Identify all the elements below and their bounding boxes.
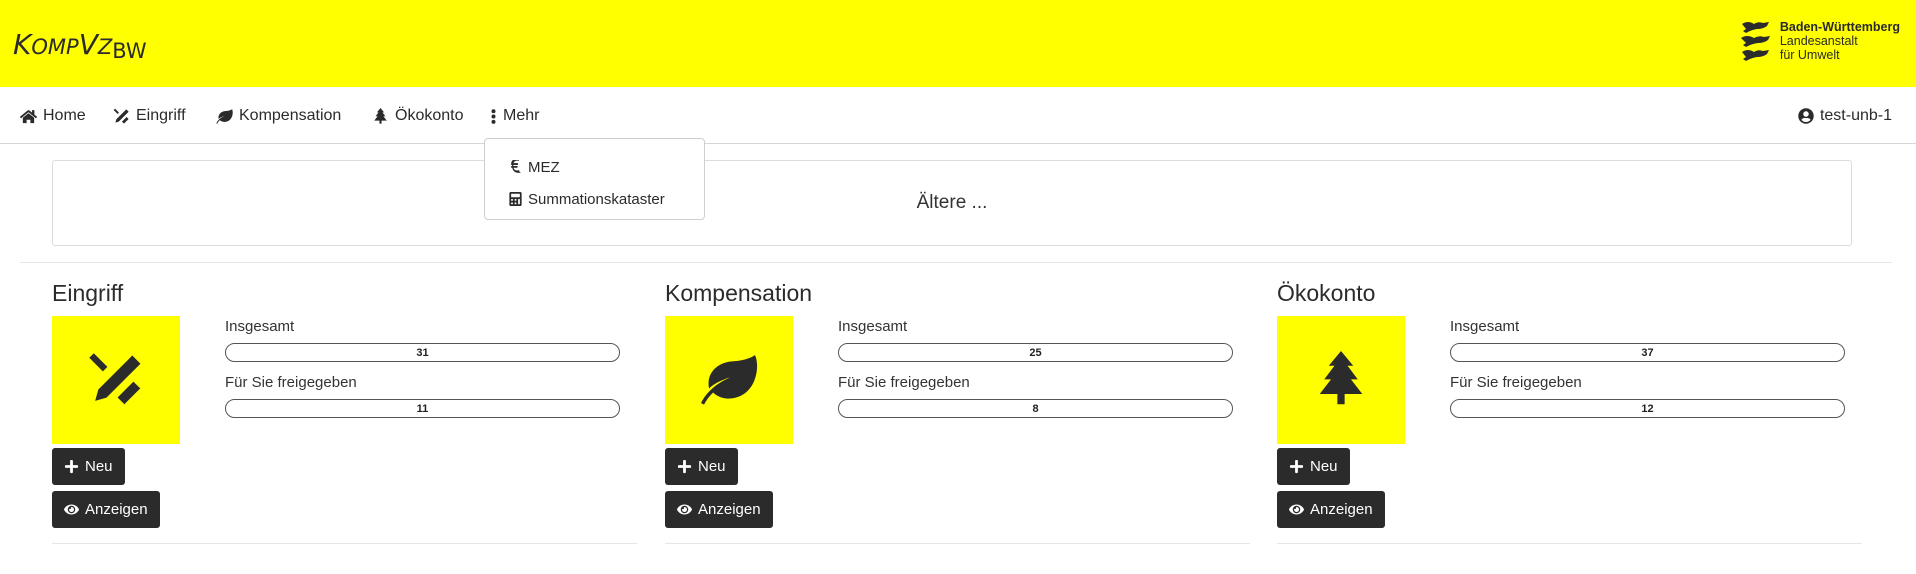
nav-mehr[interactable]: Mehr bbox=[490, 104, 539, 128]
brand-letter-v: V bbox=[78, 28, 98, 61]
brand-letters-omp: OMP bbox=[31, 35, 79, 59]
nav-mehr-label: Mehr bbox=[503, 107, 540, 124]
euro-icon bbox=[511, 160, 521, 173]
section-divider bbox=[20, 262, 1892, 263]
plus-icon bbox=[64, 459, 79, 474]
total-bar: 31 bbox=[225, 343, 620, 362]
older-notice-box[interactable]: Ältere ... bbox=[52, 160, 1852, 246]
calculator-icon bbox=[509, 192, 522, 206]
brand-letter-k: K bbox=[13, 28, 32, 61]
nav-home-label: Home bbox=[43, 107, 86, 124]
app-header: KOMPVZBW Baden-Württemberg Landesanstalt… bbox=[0, 0, 1916, 87]
dropdown-item-mez-label: MEZ bbox=[528, 158, 560, 176]
new-oekokonto-button[interactable]: Neu bbox=[1277, 448, 1350, 485]
nav-kompensation[interactable]: Kompensation bbox=[216, 104, 341, 128]
dropdown-item-summationskataster-label: Summationskataster bbox=[528, 190, 665, 208]
card-tile bbox=[52, 316, 180, 444]
new-eingriff-button[interactable]: Neu bbox=[52, 448, 125, 485]
user-name: test-unb-1 bbox=[1819, 107, 1892, 124]
mehr-dropdown: MEZ Summationskataster bbox=[484, 138, 705, 220]
shared-value: 11 bbox=[416, 402, 429, 415]
card-divider bbox=[52, 543, 637, 544]
total-label: Insgesamt bbox=[1450, 318, 1520, 335]
home-icon bbox=[20, 109, 37, 123]
card-tile bbox=[665, 316, 793, 444]
tree-icon bbox=[374, 107, 387, 124]
card-oekokonto: Ökokonto Insgesamt 37 Für Sie freigegebe… bbox=[1277, 276, 1862, 566]
card-divider bbox=[665, 543, 1250, 544]
show-button-label: Anzeigen bbox=[698, 501, 761, 518]
total-value: 31 bbox=[416, 346, 429, 359]
card-title: Eingriff bbox=[52, 280, 124, 306]
total-label: Insgesamt bbox=[225, 318, 295, 335]
show-eingriff-button[interactable]: Anzeigen bbox=[52, 491, 160, 528]
new-button-label: Neu bbox=[1310, 458, 1338, 475]
total-bar: 37 bbox=[1450, 343, 1845, 362]
lubw-logo: Baden-Württemberg Landesanstalt für Umwe… bbox=[1740, 20, 1900, 62]
new-button-label: Neu bbox=[698, 458, 726, 475]
brand-logo[interactable]: KOMPVZBW bbox=[13, 28, 147, 63]
nav-kompensation-label: Kompensation bbox=[239, 107, 342, 124]
show-oekokonto-button[interactable]: Anzeigen bbox=[1277, 491, 1385, 528]
total-bar: 25 bbox=[838, 343, 1233, 362]
card-title: Ökokonto bbox=[1277, 280, 1376, 306]
leaf-icon bbox=[701, 355, 758, 405]
show-button-label: Anzeigen bbox=[85, 501, 148, 518]
coat-of-arms-icon bbox=[1740, 22, 1770, 61]
nav-eingriff[interactable]: Eingriff bbox=[113, 104, 186, 128]
plus-icon bbox=[1289, 459, 1304, 474]
nav-oekokonto-label: Ökokonto bbox=[395, 107, 464, 124]
brand-letters-bw: BW bbox=[112, 39, 147, 63]
card-title: Kompensation bbox=[665, 280, 813, 306]
eye-icon bbox=[677, 504, 692, 515]
dropdown-item-mez[interactable]: MEZ bbox=[485, 151, 704, 183]
show-kompensation-button[interactable]: Anzeigen bbox=[665, 491, 773, 528]
total-value: 25 bbox=[1029, 346, 1042, 359]
tools-icon bbox=[89, 353, 141, 405]
user-circle-icon bbox=[1798, 108, 1814, 124]
shared-label: Für Sie freigegeben bbox=[225, 374, 357, 391]
new-kompensation-button[interactable]: Neu bbox=[665, 448, 738, 485]
lubw-logo-text: Baden-Württemberg Landesanstalt für Umwe… bbox=[1780, 20, 1900, 62]
shared-value: 8 bbox=[1032, 402, 1039, 415]
card-tile bbox=[1277, 316, 1405, 444]
shared-label: Für Sie freigegeben bbox=[1450, 374, 1582, 391]
lubw-line-2: Landesanstalt bbox=[1779, 34, 1858, 48]
tools-icon bbox=[113, 108, 129, 124]
total-label: Insgesamt bbox=[838, 318, 908, 335]
nav-oekokonto[interactable]: Ökokonto bbox=[372, 104, 463, 128]
older-notice-text: Ältere ... bbox=[916, 192, 988, 213]
eye-icon bbox=[64, 504, 79, 515]
shared-bar: 8 bbox=[838, 399, 1233, 418]
dropdown-item-summationskataster[interactable]: Summationskataster bbox=[485, 183, 704, 215]
lubw-line-3: für Umwelt bbox=[1779, 48, 1840, 62]
nav-eingriff-label: Eingriff bbox=[136, 107, 186, 124]
card-divider bbox=[1277, 543, 1862, 544]
brand-letter-z: Z bbox=[97, 35, 113, 59]
shared-label: Für Sie freigegeben bbox=[838, 374, 970, 391]
shared-bar: 12 bbox=[1450, 399, 1845, 418]
lubw-line-1: Baden-Württemberg bbox=[1779, 20, 1900, 34]
card-eingriff: Eingriff Insgesamt 31 Für Sie freigegebe… bbox=[52, 276, 637, 566]
leaf-icon bbox=[216, 108, 233, 124]
card-kompensation: Kompensation Insgesamt 25 Für Sie freige… bbox=[665, 276, 1250, 566]
user-menu[interactable]: test-unb-1 bbox=[1798, 104, 1892, 128]
ellipsis-vertical-icon bbox=[491, 108, 496, 124]
nav-home[interactable]: Home bbox=[20, 104, 86, 128]
shared-value: 12 bbox=[1641, 402, 1654, 415]
plus-icon bbox=[677, 459, 692, 474]
show-button-label: Anzeigen bbox=[1310, 501, 1373, 518]
total-value: 37 bbox=[1641, 346, 1654, 359]
eye-icon bbox=[1289, 504, 1304, 515]
main-nav: Home Eingriff Kompensation Ökokonto Mehr… bbox=[0, 87, 1916, 144]
new-button-label: Neu bbox=[85, 458, 113, 475]
tree-icon bbox=[1319, 351, 1363, 405]
shared-bar: 11 bbox=[225, 399, 620, 418]
